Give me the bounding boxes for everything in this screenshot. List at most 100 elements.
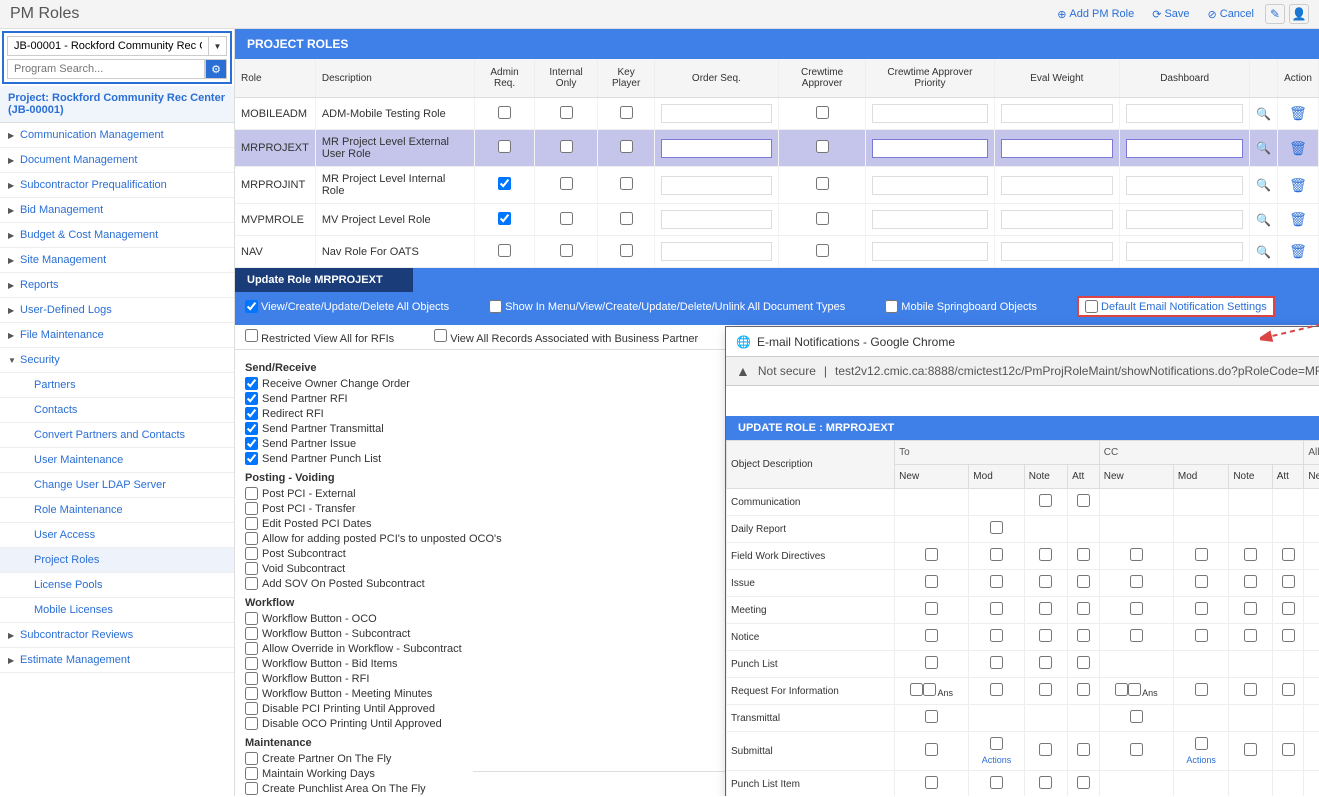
sidebar-item[interactable]: Bid Management xyxy=(0,198,234,223)
eval-weight-input[interactable] xyxy=(1001,210,1114,229)
role-option[interactable]: Default Email Notification Settings xyxy=(1077,296,1275,317)
notif-checkbox[interactable] xyxy=(990,629,1003,642)
checklist-checkbox[interactable] xyxy=(245,752,258,765)
eval-weight-input[interactable] xyxy=(1001,104,1114,123)
order-input[interactable] xyxy=(661,104,772,123)
crewtime-checkbox[interactable] xyxy=(816,212,829,225)
project-select-input[interactable] xyxy=(7,36,209,56)
checklist-checkbox[interactable] xyxy=(245,502,258,515)
program-search-gear-icon[interactable]: ⚙ xyxy=(205,59,227,79)
crewtime-priority-input[interactable] xyxy=(872,210,987,229)
sidebar-item[interactable]: Security xyxy=(0,348,234,373)
delete-icon[interactable]: 🗑 xyxy=(1289,177,1307,193)
sidebar-sub-item[interactable]: User Access xyxy=(0,523,234,548)
sidebar-sub-item[interactable]: License Pools xyxy=(0,573,234,598)
checklist-checkbox[interactable] xyxy=(245,377,258,390)
notif-checkbox[interactable] xyxy=(1244,602,1257,615)
user-icon[interactable]: 👤 xyxy=(1289,4,1309,24)
sidebar-item[interactable]: User-Defined Logs xyxy=(0,298,234,323)
delete-icon[interactable]: 🗑 xyxy=(1289,140,1307,156)
sidebar-item[interactable]: Subcontractor Reviews xyxy=(0,623,234,648)
internal-checkbox[interactable] xyxy=(560,106,573,119)
notif-checkbox[interactable] xyxy=(990,683,1003,696)
dashboard-input[interactable] xyxy=(1126,104,1243,123)
notif-checkbox[interactable] xyxy=(1282,575,1295,588)
internal-checkbox[interactable] xyxy=(560,244,573,257)
notif-checkbox[interactable] xyxy=(1130,743,1143,756)
notif-checkbox[interactable] xyxy=(1130,575,1143,588)
notif-checkbox[interactable] xyxy=(1039,683,1052,696)
role-option[interactable]: Mobile Springboard Objects xyxy=(885,300,1037,313)
sidebar-item[interactable]: Reports xyxy=(0,273,234,298)
role-option-checkbox[interactable] xyxy=(489,300,502,313)
notif-checkbox[interactable] xyxy=(1039,656,1052,669)
table-row[interactable]: MVPMROLEMV Project Level Role🔍🗑 xyxy=(235,204,1319,236)
role-option-checkbox[interactable] xyxy=(245,329,258,342)
notif-checkbox[interactable] xyxy=(1244,575,1257,588)
sidebar-item[interactable]: Estimate Management xyxy=(0,648,234,673)
notif-checkbox[interactable] xyxy=(1282,743,1295,756)
sidebar-sub-item[interactable]: Role Maintenance xyxy=(0,498,234,523)
internal-checkbox[interactable] xyxy=(560,212,573,225)
notif-checkbox[interactable] xyxy=(1077,602,1090,615)
notif-checkbox[interactable] xyxy=(1244,548,1257,561)
notif-checkbox[interactable] xyxy=(1039,776,1052,789)
checklist-checkbox[interactable] xyxy=(245,547,258,560)
order-input[interactable] xyxy=(661,210,772,229)
checklist-checkbox[interactable] xyxy=(245,407,258,420)
sidebar-item[interactable]: Site Management xyxy=(0,248,234,273)
notif-checkbox[interactable] xyxy=(1077,494,1090,507)
notif-checkbox[interactable] xyxy=(1130,548,1143,561)
notif-checkbox[interactable] xyxy=(1077,656,1090,669)
crewtime-priority-input[interactable] xyxy=(872,176,987,195)
sidebar-item[interactable]: File Maintenance xyxy=(0,323,234,348)
search-icon[interactable]: 🔍 xyxy=(1256,213,1271,227)
notif-checkbox[interactable] xyxy=(1130,629,1143,642)
notif-checkbox[interactable] xyxy=(925,710,938,723)
role-option[interactable]: View All Records Associated with Busines… xyxy=(434,329,698,345)
notif-checkbox[interactable] xyxy=(1244,683,1257,696)
sidebar-sub-item[interactable]: Mobile Licenses xyxy=(0,598,234,623)
notif-checkbox[interactable] xyxy=(925,629,938,642)
actions-link[interactable]: Actions xyxy=(1178,755,1224,765)
crewtime-checkbox[interactable] xyxy=(816,140,829,153)
dashboard-input[interactable] xyxy=(1126,242,1243,261)
checklist-checkbox[interactable] xyxy=(245,672,258,685)
edit-icon[interactable]: ✎ xyxy=(1265,4,1285,24)
update-role-tab[interactable]: Update Role MRPROJEXT xyxy=(235,268,413,292)
crewtime-priority-input[interactable] xyxy=(872,242,987,261)
search-icon[interactable]: 🔍 xyxy=(1256,245,1271,259)
crewtime-checkbox[interactable] xyxy=(816,106,829,119)
eval-weight-input[interactable] xyxy=(1001,242,1114,261)
notif-checkbox[interactable] xyxy=(910,683,923,696)
notif-checkbox[interactable] xyxy=(1282,602,1295,615)
notif-ans-checkbox[interactable] xyxy=(1128,683,1141,696)
checklist-checkbox[interactable] xyxy=(245,657,258,670)
notif-checkbox[interactable] xyxy=(1077,683,1090,696)
notif-checkbox[interactable] xyxy=(1282,683,1295,696)
add-pm-role-button[interactable]: ⊕ Add PM Role xyxy=(1050,5,1141,24)
sidebar-sub-item[interactable]: Contacts xyxy=(0,398,234,423)
notif-checkbox[interactable] xyxy=(1195,548,1208,561)
role-option-checkbox[interactable] xyxy=(245,300,258,313)
delete-icon[interactable]: 🗑 xyxy=(1289,105,1307,121)
role-option-checkbox[interactable] xyxy=(434,329,447,342)
notif-checkbox[interactable] xyxy=(1195,602,1208,615)
search-icon[interactable]: 🔍 xyxy=(1256,141,1271,155)
admin-checkbox[interactable] xyxy=(498,212,511,225)
checklist-checkbox[interactable] xyxy=(245,612,258,625)
sidebar-sub-item[interactable]: Project Roles xyxy=(0,548,234,573)
notif-checkbox[interactable] xyxy=(1039,548,1052,561)
save-button[interactable]: ⟳ Save xyxy=(1145,5,1196,24)
checklist-checkbox[interactable] xyxy=(245,577,258,590)
notif-checkbox[interactable] xyxy=(1039,629,1052,642)
checklist-checkbox[interactable] xyxy=(245,562,258,575)
admin-checkbox[interactable] xyxy=(498,244,511,257)
checklist-checkbox[interactable] xyxy=(245,452,258,465)
notif-checkbox[interactable] xyxy=(1195,575,1208,588)
notif-checkbox[interactable] xyxy=(990,548,1003,561)
crewtime-priority-input[interactable] xyxy=(872,104,987,123)
notif-checkbox[interactable] xyxy=(925,602,938,615)
notif-checkbox[interactable] xyxy=(1244,629,1257,642)
actions-link[interactable]: Actions xyxy=(973,755,1019,765)
